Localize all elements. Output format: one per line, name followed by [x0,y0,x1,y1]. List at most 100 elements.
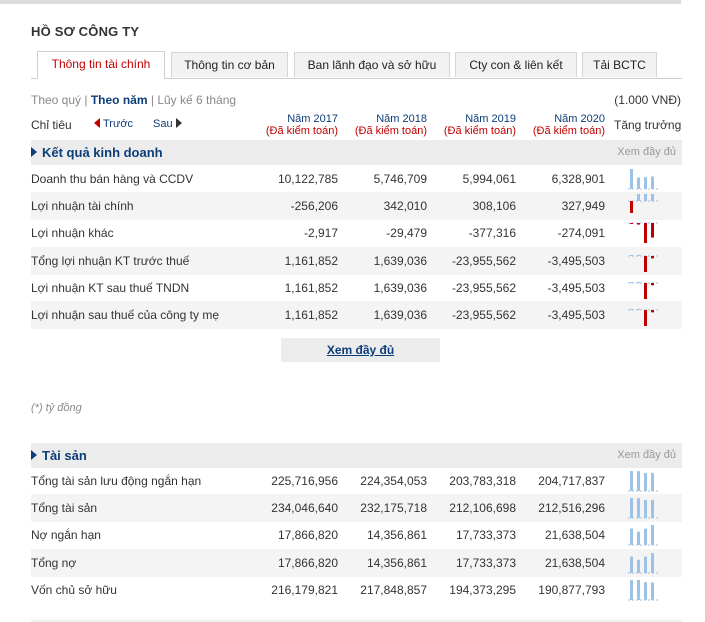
view-all-link[interactable]: Xem đầy đủ [617,449,676,461]
row-value: 194,373,295 [449,582,516,597]
row-value: 217,848,857 [360,582,427,597]
sparkline-bar [637,559,640,573]
sparkline-bar [651,552,654,573]
tab-subsidiaries[interactable]: Cty con & liên kết [455,52,577,77]
sparkline-bar [637,177,640,189]
growth-sparkline [628,169,658,190]
view-all-button[interactable]: Xem đầy đủ [281,338,440,362]
sparkline-bar [651,176,654,189]
row-value: 1,161,852 [284,253,338,268]
sparkline-bar [651,310,654,313]
prev-label: Trước [103,118,134,130]
next-button[interactable]: Sau [153,118,182,130]
growth-header: Tăng trưởng [614,118,682,132]
row-value: 14,356,861 [366,555,427,570]
separator: | [147,93,158,107]
filter-quarter[interactable]: Theo quý [31,93,81,107]
growth-sparkline [628,579,658,601]
row-value: -3,495,503 [547,308,605,322]
row-value: 216,179,821 [271,582,338,597]
table-row: Tổng tài sản 234,046,640 232,175,718 212,10… [31,494,682,523]
prev-button[interactable]: Trước [94,118,133,130]
sparkline-bar [637,223,640,225]
tab-financial-info[interactable]: Thông tin tài chính [37,51,165,79]
table-row: Lợi nhuận tài chính -256,206 342,010 308,10… [31,192,682,221]
filter-cumulative-6m[interactable]: Lũy kế 6 tháng [157,93,236,107]
table-row: Tổng nợ 17,866,820 14,356,861 17,733,373 21,… [31,548,682,577]
sparkline-bar [644,223,647,244]
right-gutter [681,0,705,622]
column-audit-status: (Đã kiểm toán) [443,125,516,137]
row-value: 203,783,318 [449,474,516,488]
sparkline-bar [630,309,633,310]
tab-download-reports[interactable]: Tải BCTC [582,52,657,77]
row-value: 232,175,718 [360,501,427,516]
unit-note: (*) tỷ đồng [31,402,82,414]
row-label: Nợ ngắn hạn [31,528,101,543]
sparkline-bar [637,498,640,519]
growth-sparkline [628,525,658,546]
period-filters: Theo quý | Theo năm | Lũy kế 6 tháng [31,93,236,107]
sparkline-bar [637,579,640,600]
row-value: 224,354,053 [360,474,427,488]
sparkline-bar [644,310,647,326]
sparkline-bar [651,525,654,546]
row-value: 17,733,373 [455,528,516,543]
growth-sparkline [628,498,658,519]
row-label: Tổng lợi nhuận KT trước thuế [31,253,190,268]
indicator-header: Chỉ tiêu [31,118,72,132]
table-row: Doanh thu bán hàng và CCDV 10,122,785 5,74… [31,165,682,193]
table-row: Tổng tài sản lưu động ngắn hạn 225,716,95… [31,467,682,495]
row-value: 1,161,852 [284,280,338,295]
row-value: 204,717,837 [538,474,605,488]
sparkline-bar [644,500,647,519]
section-assets: Tài sản Xem đầy đủ [31,443,682,468]
tab-bar: Thông tin tài chính Thông tin cơ bản Ban… [31,50,682,79]
row-value: 234,046,640 [271,501,338,516]
section-business-results: Kết quả kinh doanh Xem đầy đủ [31,140,682,165]
column-header-2017: Năm 2017 (Đã kiểm toán) [248,113,338,137]
row-value: 212,106,698 [449,501,516,516]
row-value: 225,716,956 [271,474,338,488]
row-value: 342,010 [383,199,427,214]
view-all-link[interactable]: Xem đầy đủ [617,146,676,158]
table-row: Vốn chủ sở hữu 216,179,821 217,848,857 194,… [31,576,682,604]
row-value: 1,161,852 [284,308,338,322]
tab-leadership-ownership[interactable]: Ban lãnh đạo và sở hữu [294,52,450,77]
section-title: Tài sản [42,448,87,463]
row-value: 5,994,061 [462,172,516,186]
row-value: -23,955,562 [451,253,516,268]
row-label: Doanh thu bán hàng và CCDV [31,172,194,186]
sparkline-bar [637,532,640,546]
column-header-2019: Năm 2019 (Đã kiểm toán) [426,113,516,137]
row-value: 5,746,709 [373,172,427,186]
triangle-right-icon [31,147,37,157]
row-value: -23,955,562 [451,280,516,295]
tab-basic-info[interactable]: Thông tin cơ bản [171,52,288,77]
sparkline-bar [651,472,654,491]
row-value: 10,122,785 [277,172,338,186]
row-value: 21,638,504 [544,528,605,543]
row-label: Tổng nợ [31,555,77,570]
sparkline-bar [630,498,633,519]
sparkline-bar [637,471,640,491]
sparkline-bar [630,281,633,283]
table-row: Lợi nhuận KT sau thuế TNDN 1,161,852 1,639… [31,274,682,302]
row-value: 21,638,504 [544,555,605,570]
row-value: -256,206 [290,199,338,214]
growth-sparkline [628,254,658,272]
row-value: -3,495,503 [547,280,605,295]
page-title: HỒ SƠ CÔNG TY [31,24,140,39]
growth-sparkline [628,194,658,214]
separator: | [81,93,91,107]
row-label: Lợi nhuận KT sau thuế TNDN [31,280,190,295]
column-year: Năm 2020 [554,113,605,125]
row-value: 1,639,036 [373,253,427,268]
column-header-2018: Năm 2018 (Đã kiểm toán) [337,113,427,137]
sparkline-bar [651,223,654,238]
sparkline-bar [637,254,640,256]
sparkline-bar [644,255,647,272]
filter-year[interactable]: Theo năm [91,93,148,107]
row-value: -377,316 [468,226,516,241]
table-row: Lợi nhuận sau thuế của công ty mẹ 1,161,8… [31,301,682,329]
